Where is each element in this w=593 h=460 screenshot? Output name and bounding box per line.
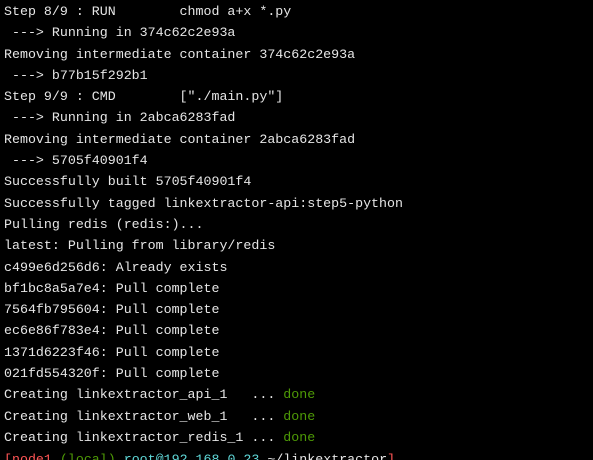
status-done: done	[283, 387, 316, 403]
creating-line-text: Creating linkextractor_redis_1 ...	[4, 429, 284, 445]
output-line: ---> 5705f40901f4	[4, 153, 148, 169]
output-line: Pulling redis (redis:)...	[4, 216, 204, 232]
terminal-window[interactable]: Step 8/9 : RUN chmod a+x *.py ---> Runni…	[0, 0, 593, 460]
creating-line-redis: Creating linkextractor_redis_1 ... done	[4, 427, 403, 448]
output-line: Successfully built 5705f40901f4	[4, 174, 252, 190]
output-line: ---> Running in 374c62c2e93a	[4, 25, 236, 41]
prompt-path: ~/linkextractor	[267, 452, 388, 460]
creating-line-text: Creating linkextractor_web_1 ...	[4, 408, 284, 424]
output-line: 1371d6223f46: Pull complete	[4, 344, 220, 360]
prompt-bracket-close: ]	[387, 452, 396, 460]
status-done: done	[283, 408, 316, 424]
terminal-output: Step 8/9 : RUN chmod a+x *.py ---> Runni…	[4, 1, 403, 448]
output-line: Removing intermediate container 374c62c2…	[4, 46, 356, 62]
output-line: 7564fb795604: Pull complete	[4, 302, 220, 318]
output-line: c499e6d256d6: Already exists	[4, 259, 228, 275]
output-line: Step 8/9 : RUN chmod a+x *.py	[4, 4, 292, 19]
prompt-env: (local)	[59, 452, 116, 460]
status-done: done	[283, 429, 316, 445]
output-line: latest: Pulling from library/redis	[4, 238, 276, 254]
output-line: bf1bc8a5a7e4: Pull complete	[4, 280, 220, 296]
output-line: Step 9/9 : CMD ["./main.py"]	[4, 89, 284, 105]
shell-prompt[interactable]: [node1 (local) root@192.168.0.23 ~/linke…	[4, 449, 395, 460]
creating-line-api: Creating linkextractor_api_1 ... done	[4, 384, 403, 405]
output-line: ---> b77b15f292b1	[4, 67, 148, 83]
prompt-bracket-open: [	[4, 452, 12, 460]
prompt-node: node1	[11, 452, 52, 460]
output-line: Removing intermediate container 2abca628…	[4, 131, 356, 147]
creating-line-web: Creating linkextractor_web_1 ... done	[4, 406, 403, 427]
creating-line-text: Creating linkextractor_api_1 ...	[4, 387, 284, 403]
prompt-host: root@192.168.0.23	[123, 452, 260, 460]
output-line: ---> Running in 2abca6283fad	[4, 110, 236, 126]
output-line: ec6e86f783e4: Pull complete	[4, 323, 220, 339]
output-line: Successfully tagged linkextractor-api:st…	[4, 195, 403, 211]
output-line: 021fd554320f: Pull complete	[4, 366, 220, 382]
